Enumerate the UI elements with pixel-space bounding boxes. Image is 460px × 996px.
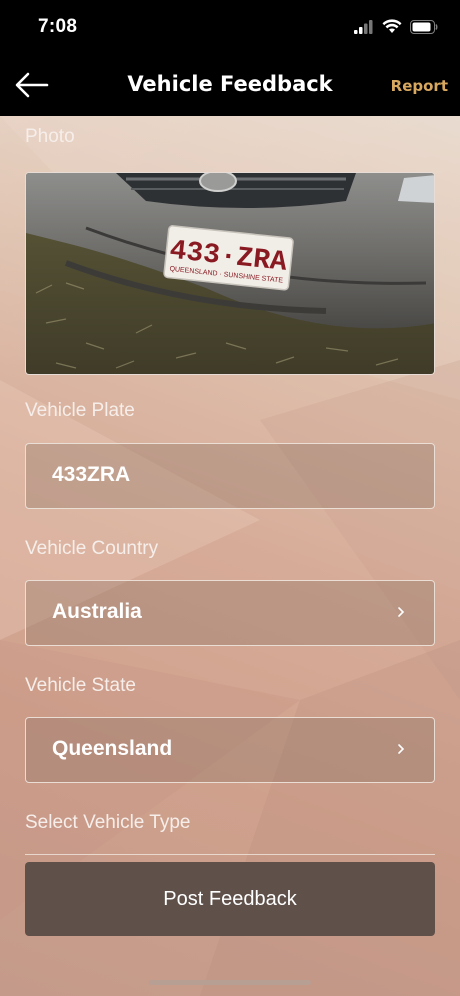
chevron-right-icon: [398, 744, 405, 754]
home-indicator[interactable]: [149, 980, 311, 985]
status-time: 7:08: [38, 16, 78, 37]
vehicle-type-divider: [25, 854, 435, 855]
country-label: Vehicle Country: [25, 538, 159, 559]
nav-bar: Vehicle Feedback Report: [0, 56, 460, 116]
wifi-icon: [382, 19, 402, 33]
report-button[interactable]: Report: [391, 77, 448, 95]
battery-icon: [410, 19, 438, 34]
post-feedback-button[interactable]: Post Feedback: [25, 862, 435, 936]
state-value: Queensland: [52, 737, 173, 760]
vehicle-type-label: Select Vehicle Type: [25, 812, 191, 833]
state-select[interactable]: Queensland: [25, 717, 435, 783]
chevron-right-icon: [398, 607, 405, 617]
photo-label: Photo: [25, 126, 75, 147]
country-value: Australia: [52, 600, 142, 623]
vehicle-photo[interactable]: 433·ZRA QUEENSLAND · SUNSHINE STATE: [25, 172, 435, 375]
signal-icon: [354, 19, 373, 34]
plate-field[interactable]: 433ZRA: [25, 443, 435, 509]
vehicle-photo-image: 433·ZRA QUEENSLAND · SUNSHINE STATE: [26, 173, 434, 374]
status-bar: 7:08: [0, 0, 460, 56]
plate-value: 433ZRA: [52, 463, 131, 486]
country-select[interactable]: Australia: [25, 580, 435, 646]
status-icons: [354, 19, 438, 34]
state-label: Vehicle State: [25, 675, 136, 696]
plate-label: Vehicle Plate: [25, 400, 135, 421]
